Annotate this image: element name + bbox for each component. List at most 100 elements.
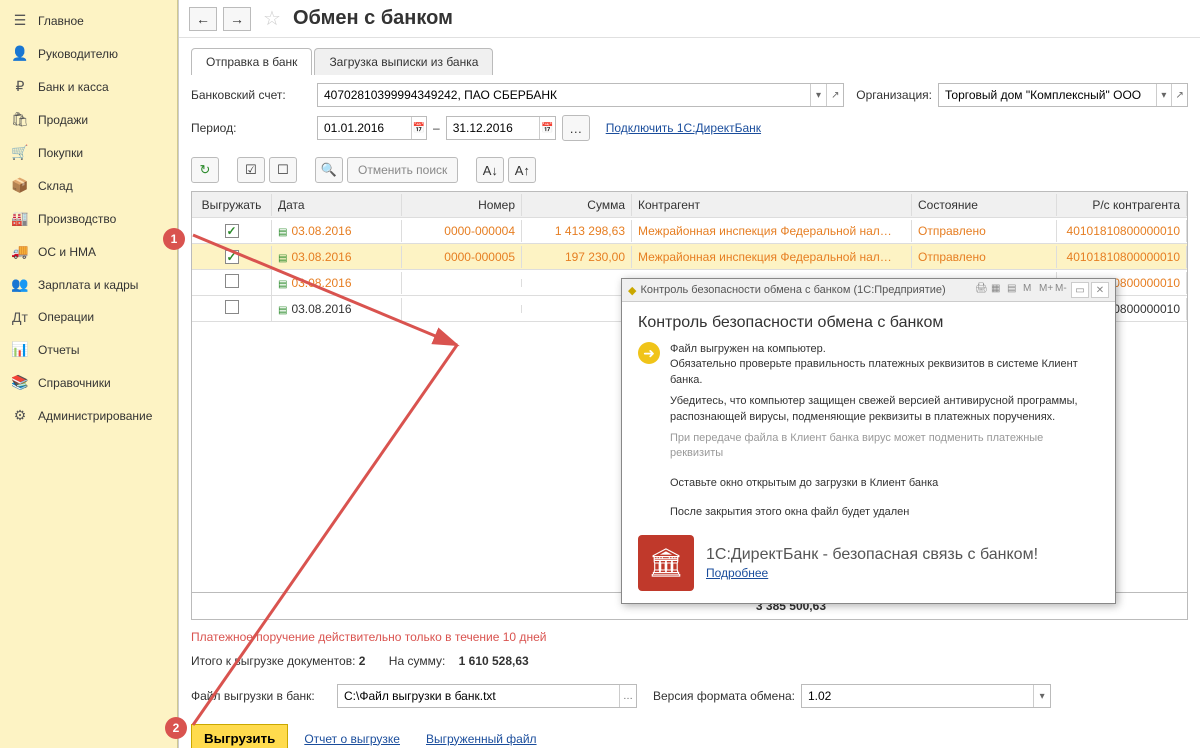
badge-1: 1 bbox=[163, 228, 185, 250]
col-agent[interactable]: Контрагент bbox=[632, 194, 912, 216]
period-from-field[interactable]: 📅 bbox=[317, 116, 427, 140]
table-row[interactable]: ▤03.08.2016 0000-000005 197 230,00 Межра… bbox=[192, 244, 1187, 270]
file-label: Файл выгрузки в банк: bbox=[191, 689, 331, 703]
people-icon: 👥 bbox=[10, 276, 30, 293]
file-field[interactable]: … bbox=[337, 684, 637, 708]
debit-icon: Дт bbox=[10, 309, 30, 325]
sidebar-item-manager[interactable]: 👤Руководителю bbox=[0, 37, 177, 70]
minimize-icon[interactable]: ▭ bbox=[1071, 282, 1089, 298]
account-field[interactable]: ▾ ↗ bbox=[317, 83, 844, 107]
sidebar-item-label: Справочники bbox=[38, 376, 111, 390]
calendar-icon[interactable]: 📅 bbox=[411, 117, 426, 139]
col-export[interactable]: Выгружать bbox=[192, 194, 272, 216]
browse-icon[interactable]: … bbox=[619, 685, 636, 707]
org-label: Организация: bbox=[856, 88, 932, 102]
dropdown-icon[interactable]: ▾ bbox=[1033, 685, 1050, 707]
tab-send[interactable]: Отправка в банк bbox=[191, 48, 312, 75]
tabs: Отправка в банк Загрузка выписки из банк… bbox=[191, 48, 1188, 75]
file-input[interactable] bbox=[338, 689, 619, 703]
sidebar-item-refs[interactable]: 📚Справочники bbox=[0, 366, 177, 399]
export-checkbox[interactable] bbox=[225, 250, 239, 264]
doc-icon: ▤ bbox=[278, 305, 287, 316]
factory-icon: 🏭 bbox=[10, 210, 30, 227]
sidebar-item-operations[interactable]: Дт Операции bbox=[0, 301, 177, 333]
open-icon[interactable]: ↗ bbox=[826, 84, 843, 106]
account-input[interactable] bbox=[318, 88, 810, 102]
version-label: Версия формата обмена: bbox=[653, 689, 795, 703]
print-icon[interactable]: 🖨 bbox=[975, 283, 989, 297]
period-picker-button[interactable]: … bbox=[562, 115, 590, 141]
report-link[interactable]: Отчет о выгрузке bbox=[304, 732, 400, 746]
dropdown-icon[interactable]: ▾ bbox=[810, 84, 827, 106]
export-checkbox[interactable] bbox=[225, 224, 239, 238]
table-toolbar: ↻ ☑ ☐ 🔍 Отменить поиск A↓ A↑ bbox=[191, 157, 1188, 183]
sidebar-item-label: Продажи bbox=[38, 113, 88, 127]
version-field[interactable]: ▾ bbox=[801, 684, 1051, 708]
export-checkbox[interactable] bbox=[225, 274, 239, 288]
back-button[interactable]: ← bbox=[189, 7, 217, 31]
find-button[interactable]: 🔍 bbox=[315, 157, 343, 183]
cancel-search-button[interactable]: Отменить поиск bbox=[347, 157, 458, 183]
m-icon[interactable]: M bbox=[1023, 283, 1037, 297]
sidebar-item-purchases[interactable]: 🛒Покупки bbox=[0, 136, 177, 169]
sidebar-item-production[interactable]: 🏭Производство bbox=[0, 202, 177, 235]
truck-icon: 🚚 bbox=[10, 243, 30, 260]
export-checkbox[interactable] bbox=[225, 300, 239, 314]
modal-line5: Оставьте окно открытым до загрузки в Кли… bbox=[670, 476, 1099, 491]
badge-2: 2 bbox=[165, 717, 187, 739]
dropdown-icon[interactable]: ▾ bbox=[1156, 84, 1172, 106]
sidebar-item-label: Банк и касса bbox=[38, 80, 109, 94]
sidebar-item-bank[interactable]: ₽Банк и касса bbox=[0, 70, 177, 103]
topbar: ← → ☆ Обмен с банком bbox=[179, 0, 1200, 38]
sidebar-item-warehouse[interactable]: 📦 Склад bbox=[0, 169, 177, 202]
mplus-icon[interactable]: M+ bbox=[1039, 283, 1053, 297]
window-tool-icons: 🖨 ▦ ▤ M M+ M- bbox=[975, 283, 1069, 297]
col-num[interactable]: Номер bbox=[402, 194, 522, 216]
col-sum[interactable]: Сумма bbox=[522, 194, 632, 216]
sidebar-item-assets[interactable]: 🚚ОС и НМА bbox=[0, 235, 177, 268]
calendar-icon[interactable]: 📅 bbox=[539, 117, 554, 139]
sidebar-item-admin[interactable]: ⚙Администрирование bbox=[0, 399, 177, 432]
modal-line6: После закрытия этого окна файл будет уда… bbox=[670, 505, 1099, 520]
period-to-input[interactable] bbox=[447, 121, 540, 135]
col-date[interactable]: Дата bbox=[272, 194, 402, 216]
connect-directbank-link[interactable]: Подключить 1С:ДиректБанк bbox=[606, 121, 761, 135]
open-icon[interactable]: ↗ bbox=[1171, 84, 1187, 106]
sort-asc-button[interactable]: A↓ bbox=[476, 157, 504, 183]
period-to-field[interactable]: 📅 bbox=[446, 116, 556, 140]
org-input[interactable] bbox=[939, 88, 1156, 102]
sidebar-item-label: Склад bbox=[38, 179, 73, 193]
col-acc[interactable]: Р/с контрагента bbox=[1057, 194, 1187, 216]
forward-button[interactable]: → bbox=[223, 7, 251, 31]
export-button[interactable]: Выгрузить bbox=[191, 724, 288, 748]
period-from-input[interactable] bbox=[318, 121, 411, 135]
version-input[interactable] bbox=[802, 689, 1033, 703]
sidebar-item-main[interactable]: ☰Главное bbox=[0, 4, 177, 37]
close-icon[interactable]: ✕ bbox=[1091, 282, 1109, 298]
modal-titlebar[interactable]: ◆ Контроль безопасности обмена с банком … bbox=[622, 279, 1115, 302]
sidebar-item-label: Зарплата и кадры bbox=[38, 278, 138, 292]
box-icon: 📦 bbox=[10, 177, 30, 194]
export-summary: Итого к выгрузке документов: 2 На сумму:… bbox=[191, 654, 1188, 668]
exported-file-link[interactable]: Выгруженный файл bbox=[426, 732, 537, 746]
mminus-icon[interactable]: M- bbox=[1055, 283, 1069, 297]
modal-window-title: Контроль безопасности обмена с банком (1… bbox=[640, 284, 975, 296]
sidebar-item-sales[interactable]: 🛍Продажи bbox=[0, 103, 177, 136]
check-all-button[interactable]: ☑ bbox=[237, 157, 265, 183]
star-icon[interactable]: ☆ bbox=[263, 6, 281, 31]
calc-icon[interactable]: ▤ bbox=[1007, 283, 1021, 297]
table-row[interactable]: ▤03.08.2016 0000-000004 1 413 298,63 Меж… bbox=[192, 218, 1187, 244]
refresh-button[interactable]: ↻ bbox=[191, 157, 219, 183]
org-field[interactable]: ▾ ↗ bbox=[938, 83, 1188, 107]
col-state[interactable]: Состояние bbox=[912, 194, 1057, 216]
sort-desc-button[interactable]: A↑ bbox=[508, 157, 536, 183]
uncheck-all-button[interactable]: ☐ bbox=[269, 157, 297, 183]
tab-load[interactable]: Загрузка выписки из банка bbox=[314, 48, 493, 75]
promo-link[interactable]: Подробнее bbox=[706, 566, 768, 580]
sidebar-item-label: Операции bbox=[38, 310, 94, 324]
chart-icon: 📊 bbox=[10, 341, 30, 358]
doc-icon: ▤ bbox=[278, 253, 287, 264]
sidebar-item-reports[interactable]: 📊Отчеты bbox=[0, 333, 177, 366]
grid-icon[interactable]: ▦ bbox=[991, 283, 1005, 297]
sidebar-item-hr[interactable]: 👥 Зарплата и кадры bbox=[0, 268, 177, 301]
